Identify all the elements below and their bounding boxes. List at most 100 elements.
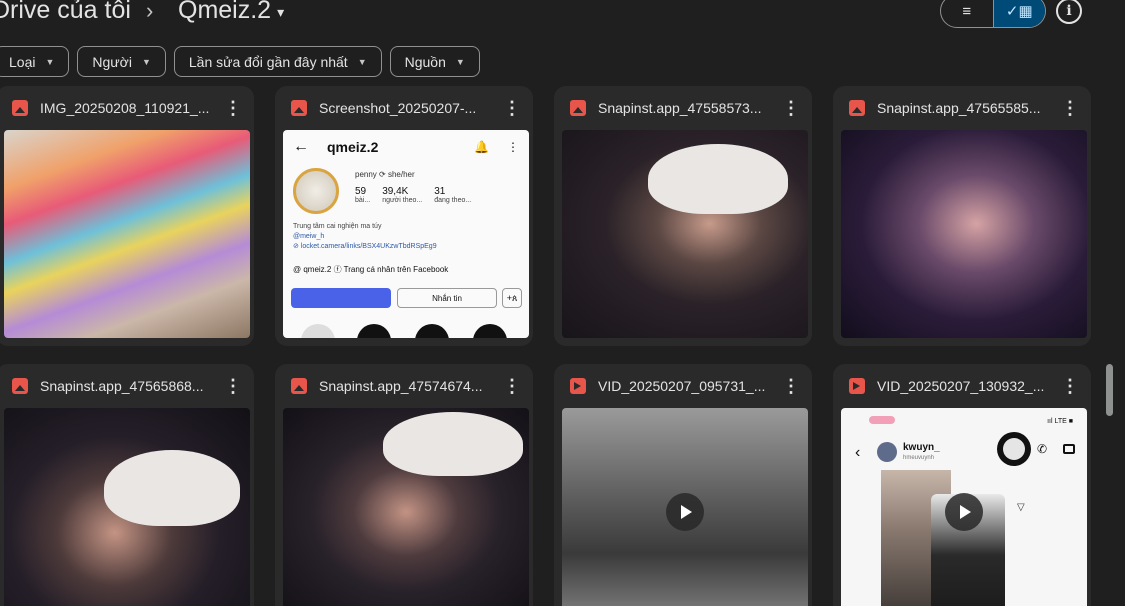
play-icon [666,493,704,531]
hat-shape [383,412,523,476]
info-icon: i [1066,3,1072,19]
file-card[interactable]: VID_20250207_130932_... ⋮ ııl LTE ■ ‹ kw… [833,364,1091,606]
file-name: IMG_20250208_110921_... [40,100,210,116]
breadcrumb-current-folder[interactable]: Qmeiz.2 ▾ [178,0,284,25]
more-options-icon[interactable]: ⋮ [1061,377,1079,395]
file-thumbnail [841,130,1087,338]
current-folder-name: Qmeiz.2 [178,0,272,24]
grid-view-button[interactable]: ✓ ▦ [992,0,1045,27]
grid-icon: ▦ [1018,3,1033,20]
file-thumbnail: ııl LTE ■ ‹ kwuyn_ hmeuvuynh ✆ ▽ [841,408,1087,606]
chat-subtitle: hmeuvuynh [903,455,935,461]
top-bar: Drive của tôi › Qmeiz.2 ▾ ≡ ✓ ▦ i [0,0,1125,40]
more-options-icon[interactable]: ⋮ [503,99,521,117]
file-card[interactable]: Snapinst.app_47565868... ⋮ [0,364,254,606]
filter-bar: Loại ▼ Người ▼ Lần sửa đổi gần đây nhất … [0,46,480,77]
image-file-icon [12,100,28,116]
avatar [293,168,339,214]
ig-username: qmeiz.2 [327,139,379,155]
kebab-icon: ⋮ [507,140,519,154]
list-icon: ≡ [962,2,972,20]
more-options-icon[interactable]: ⋮ [1061,99,1079,117]
file-thumbnail: ← qmeiz.2 🔔 ⋮ penny ⟳ she/her 59 bài... 3… [283,130,529,338]
more-options-icon[interactable]: ⋮ [224,99,242,117]
file-thumbnail [283,408,529,606]
view-toggle: ≡ ✓ ▦ [940,0,1046,28]
file-card[interactable]: IMG_20250208_110921_... ⋮ [0,86,254,346]
hat-shape [648,144,788,214]
file-card[interactable]: Screenshot_20250207-... ⋮ ← qmeiz.2 🔔 ⋮ … [275,86,533,346]
file-name: VID_20250207_130932_... [877,378,1045,394]
ig-highlight [473,324,507,338]
ig-highlight [301,324,335,338]
image-file-icon [849,100,865,116]
file-name: Snapinst.app_47565585... [877,100,1041,116]
image-file-icon [570,100,586,116]
more-options-icon[interactable]: ⋮ [782,99,800,117]
dropdown-arrow-icon: ▼ [45,56,55,67]
video-file-icon [849,378,865,394]
status-pill [869,416,895,424]
stat-value: 39,4K [382,186,409,197]
chevron-down-icon: ▾ [277,4,285,20]
file-thumbnail [4,408,250,606]
stat-value: 31 [434,186,446,197]
image-file-icon [291,378,307,394]
bio-link: ⊘ locket.camera/links/BSX4UKzwTbdRSpEg9 [293,243,437,250]
filter-label: Nguồn [404,53,446,70]
file-card[interactable]: VID_20250207_095731_... ⋮ [554,364,812,606]
back-arrow-icon: ‹ [855,444,861,461]
phone-icon: ✆ [1037,442,1048,456]
stat-label: bài... [355,197,371,204]
chat-username: kwuyn_ [903,442,940,453]
filter-modified[interactable]: Lần sửa đổi gần đây nhất ▼ [173,46,382,77]
filter-label: Lần sửa đổi gần đây nhất [188,53,348,70]
file-thumbnail [562,130,808,338]
ig-stat: 39,4K người theo... [382,186,422,204]
file-name: Screenshot_20250207-... [319,100,477,116]
ig-stat: 59 bài... [355,186,370,204]
file-name: VID_20250207_095731_... [598,378,766,394]
send-icon: ▽ [1017,502,1025,513]
bio-line: Trung tâm cai nghiện ma túy [293,223,382,230]
add-user-icon: +ጰ [502,288,522,308]
stat-label: đang theo... [434,197,472,204]
breadcrumb-root[interactable]: Drive của tôi [0,0,131,25]
filter-source[interactable]: Nguồn ▼ [389,46,480,77]
bell-icon: 🔔 [474,140,489,154]
dropdown-arrow-icon: ▼ [455,56,465,67]
breadcrumb-separator-icon: › [146,0,154,23]
more-options-icon[interactable]: ⋮ [782,377,800,395]
play-icon [945,493,983,531]
dropdown-arrow-icon: ▼ [141,56,151,67]
video-call-icon [1063,444,1075,454]
record-icon [997,432,1031,466]
scrollbar[interactable] [1106,364,1113,416]
dropdown-arrow-icon: ▼ [357,56,367,67]
more-options-icon[interactable]: ⋮ [503,377,521,395]
ig-bio: Trung tâm cai nghiện ma túy @meiw_h ⊘ lo… [293,222,437,252]
avatar [877,442,897,462]
filter-type[interactable]: Loại ▼ [0,46,70,77]
ig-pronouns: penny ⟳ she/her [355,170,415,179]
video-file-icon [570,378,586,394]
bio-line: @meiw_h [293,233,325,240]
info-button[interactable]: i [1056,0,1082,24]
stat-label: người theo... [382,197,423,204]
more-options-icon[interactable]: ⋮ [224,377,242,395]
file-thumbnail [4,130,250,338]
ig-stats: 59 bài... 39,4K người theo... 31 đang theo.… [355,186,471,204]
file-card[interactable]: Snapinst.app_47574674... ⋮ [275,364,533,606]
ig-links: @ qmeiz.2 ⓕ Trang cá nhân trên Facebook [293,265,449,274]
signal-icon: ııl LTE ■ [1047,418,1073,425]
list-view-button[interactable]: ≡ [941,0,993,27]
file-name: Snapinst.app_47574674... [319,378,483,394]
filter-people[interactable]: Người ▼ [77,46,166,77]
file-card[interactable]: Snapinst.app_47565585... ⋮ [833,86,1091,346]
filter-label: Người [92,53,132,70]
hat-shape [104,450,240,526]
file-card[interactable]: Snapinst.app_47558573... ⋮ [554,86,812,346]
file-name: Snapinst.app_47558573... [598,100,762,116]
image-file-icon [12,378,28,394]
ig-highlight [357,324,391,338]
